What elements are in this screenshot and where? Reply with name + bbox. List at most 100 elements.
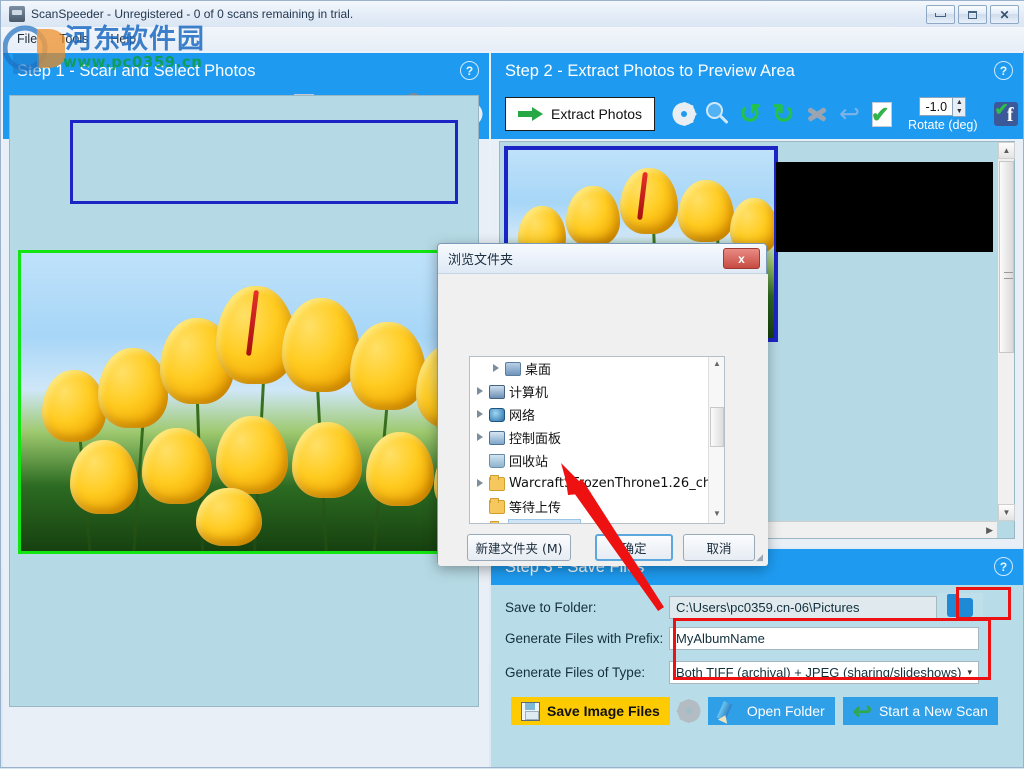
annotation-box-folder <box>956 587 1011 620</box>
recycle-bin-icon <box>489 453 505 468</box>
vertical-scroll-thumb[interactable] <box>999 161 1014 353</box>
rotate-spinner[interactable]: -1.0 ▲ ▼ Rotate (deg) <box>908 96 978 132</box>
maximize-button[interactable] <box>958 5 987 24</box>
menu-item-tools[interactable]: Tools <box>59 32 88 46</box>
pencil-folder-icon <box>716 700 740 724</box>
tree-vertical-scrollbar[interactable]: ▲ ▼ <box>708 357 724 523</box>
chevron-right-icon[interactable] <box>476 410 485 419</box>
undo-icon[interactable]: ↩ <box>839 102 862 127</box>
title-bar: ScanSpeeder - Unregistered - 0 of 0 scan… <box>1 1 1024 27</box>
minimize-button[interactable] <box>926 5 955 24</box>
chevron-right-icon[interactable] <box>476 479 485 488</box>
tree-item-recycle-bin[interactable]: 回收站 <box>470 449 724 472</box>
help-icon[interactable]: ? <box>460 61 479 80</box>
tree-scroll-thumb[interactable] <box>710 407 724 447</box>
tree-item-label: 计算机 <box>509 386 549 401</box>
ok-button[interactable]: 确定 <box>595 534 673 561</box>
scroll-up-arrow-icon[interactable]: ▲ <box>709 357 724 373</box>
tree-item-desktop[interactable]: 桌面 <box>470 357 724 380</box>
help-icon[interactable]: ? <box>994 557 1013 576</box>
new-folder-button[interactable]: 新建文件夹 (M) <box>467 534 571 561</box>
browse-folder-dialog[interactable]: 浏览文件夹 x 桌面 计算机 网络 控制面板 回收站 Warcraft3Froz… <box>437 243 768 566</box>
tree-item-hedong[interactable]: 河东软件园 <box>470 518 724 523</box>
step1-title: Step 1 - Scan and Select Photos <box>17 61 256 80</box>
no-expander-icon <box>476 456 485 465</box>
scanner-app-icon <box>9 6 25 22</box>
save-image-files-button[interactable]: Save Image Files <box>511 697 670 725</box>
rotate-right-icon[interactable]: ↻ <box>772 100 795 127</box>
tree-item-label: 网络 <box>509 409 536 424</box>
tree-item-label: 回收站 <box>509 455 549 470</box>
folder-tree[interactable]: 桌面 计算机 网络 控制面板 回收站 Warcraft3FrozenThrone… <box>469 356 725 524</box>
tree-item-label: 河东软件园 <box>508 519 582 523</box>
gear-icon[interactable] <box>676 699 701 723</box>
step2-header: Step 2 - Extract Photos to Preview Area … <box>491 53 1023 89</box>
tree-item-computer[interactable]: 计算机 <box>470 380 724 403</box>
chevron-right-icon[interactable] <box>476 433 485 442</box>
preview-vertical-scrollbar[interactable]: ▲ ▼ <box>997 142 1015 521</box>
back-arrow-icon: ↩ <box>852 698 872 724</box>
save-image-files-label: Save Image Files <box>547 703 660 719</box>
annotation-box-fields <box>673 618 991 680</box>
tree-item-warcraft[interactable]: Warcraft3FrozenThrone1.26_chs <box>470 472 724 495</box>
menu-item-file[interactable]: File <box>17 32 37 46</box>
extract-photos-button[interactable]: Extract Photos <box>505 97 656 131</box>
desktop-icon <box>505 361 521 376</box>
preview-black-region <box>776 162 993 252</box>
scroll-down-arrow-icon[interactable]: ▼ <box>709 507 724 523</box>
folder-icon <box>489 520 505 523</box>
magnifier-icon[interactable] <box>705 102 729 126</box>
window-controls: ✕ <box>926 5 1019 24</box>
scroll-up-arrow-icon[interactable]: ▲ <box>998 142 1015 159</box>
tree-item-label: 桌面 <box>525 363 552 378</box>
chevron-right-icon[interactable] <box>492 364 501 373</box>
no-expander-icon <box>476 502 485 511</box>
selection-frame-empty[interactable] <box>70 120 458 204</box>
dialog-title: 浏览文件夹 <box>448 253 514 268</box>
rotate-value[interactable]: -1.0 <box>919 97 954 116</box>
extract-photos-label: Extract Photos <box>551 106 643 122</box>
start-new-scan-label: Start a New Scan <box>878 703 988 719</box>
gear-icon[interactable] <box>672 102 697 126</box>
dialog-title-bar: 浏览文件夹 x <box>438 244 766 274</box>
tree-item-pending-upload[interactable]: 等待上传 <box>470 495 724 518</box>
menu-bar: File Tools Help <box>1 27 1024 51</box>
window-title: ScanSpeeder - Unregistered - 0 of 0 scan… <box>31 7 354 21</box>
prefix-label: Generate Files with Prefix: <box>505 631 664 646</box>
scan-canvas[interactable] <box>9 95 479 707</box>
step2-toolbar: Extract Photos ↺ ↻ ↩ -1.0 ▲ ▼ <box>491 89 1023 139</box>
cancel-button[interactable]: 取消 <box>683 534 755 561</box>
tree-item-label: 等待上传 <box>509 501 562 516</box>
scroll-down-arrow-icon[interactable]: ▼ <box>998 504 1015 521</box>
folder-icon <box>489 497 505 514</box>
control-panel-icon <box>489 430 505 445</box>
file-type-label: Generate Files of Type: <box>505 665 646 680</box>
save-to-folder-input[interactable]: C:\Users\pc0359.cn-06\Pictures <box>669 595 937 619</box>
approve-check-icon[interactable] <box>871 101 893 127</box>
save-to-folder-label: Save to Folder: <box>505 599 597 615</box>
resize-grip-icon[interactable]: ◢ <box>756 552 763 563</box>
close-button[interactable]: ✕ <box>990 5 1019 24</box>
selection-frame-photo[interactable] <box>18 250 478 554</box>
rotate-label: Rotate (deg) <box>908 117 978 132</box>
tree-item-label: Warcraft3FrozenThrone1.26_chs <box>509 476 718 491</box>
step1-header: Step 1 - Scan and Select Photos ? <box>3 53 489 89</box>
scroll-right-arrow-icon[interactable]: ▶ <box>986 525 993 536</box>
network-icon <box>489 407 505 422</box>
open-folder-button[interactable]: Open Folder <box>707 697 835 725</box>
tree-item-label: 控制面板 <box>509 432 562 447</box>
step2-title: Step 2 - Extract Photos to Preview Area <box>505 61 795 80</box>
spinner-arrows[interactable]: ▲ ▼ <box>953 96 967 117</box>
menu-item-help[interactable]: Help <box>110 32 136 46</box>
dialog-close-button[interactable]: x <box>723 248 760 269</box>
rotate-left-icon[interactable]: ↺ <box>739 100 762 127</box>
tree-item-network[interactable]: 网络 <box>470 403 724 426</box>
open-folder-label: Open Folder <box>746 703 825 719</box>
tree-item-control-panel[interactable]: 控制面板 <box>470 426 724 449</box>
help-icon[interactable]: ? <box>994 61 1013 80</box>
facebook-share-icon[interactable]: ✔ f <box>993 100 1018 126</box>
start-new-scan-button[interactable]: ↩ Start a New Scan <box>842 697 998 725</box>
folder-icon <box>489 474 505 491</box>
delete-x-icon[interactable] <box>805 102 829 126</box>
chevron-right-icon[interactable] <box>476 387 485 396</box>
